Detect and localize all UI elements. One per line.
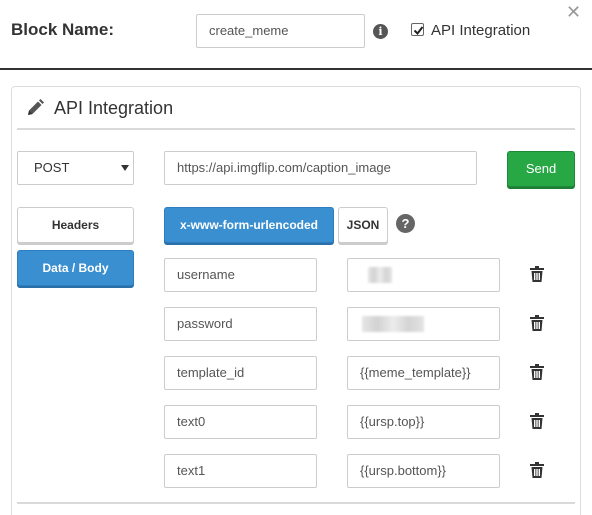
header-divider <box>0 68 592 70</box>
trash-icon[interactable] <box>530 364 544 380</box>
panel-bottom-divider <box>17 502 575 504</box>
param-key-input[interactable]: username <box>164 258 317 292</box>
param-value-input[interactable]: {{ursp.bottom}} <box>347 454 500 488</box>
help-icon[interactable]: ? <box>396 214 415 233</box>
trash-icon[interactable] <box>530 266 544 282</box>
param-value-input[interactable] <box>347 307 500 341</box>
pencil-icon <box>25 98 45 118</box>
param-key-input[interactable]: text1 <box>164 454 317 488</box>
method-select[interactable]: POST <box>17 151 134 185</box>
url-input[interactable]: https://api.imgflip.com/caption_image <box>164 151 477 185</box>
panel-divider <box>17 128 575 130</box>
api-integration-checkbox-label[interactable]: API Integration <box>431 22 530 39</box>
param-key-input[interactable]: password <box>164 307 317 341</box>
body-type-form-urlencoded-button[interactable]: x-www-form-urlencoded <box>164 207 334 243</box>
info-icon[interactable]: i <box>373 24 388 39</box>
trash-icon[interactable] <box>530 413 544 429</box>
redacted-value <box>368 267 392 283</box>
close-icon[interactable]: ✕ <box>566 4 581 22</box>
tab-data-body[interactable]: Data / Body <box>17 250 134 286</box>
block-name-input[interactable]: create_meme <box>196 14 365 48</box>
trash-icon[interactable] <box>530 315 544 331</box>
block-name-label: Block Name: <box>11 20 114 39</box>
param-value-input[interactable] <box>347 258 500 292</box>
send-button[interactable]: Send <box>507 151 575 187</box>
chevron-down-icon <box>121 165 129 171</box>
api-integration-checkbox[interactable] <box>411 23 424 36</box>
checkmark-icon <box>413 26 424 36</box>
body-type-json-button[interactable]: JSON <box>338 207 388 243</box>
param-key-input[interactable]: text0 <box>164 405 317 439</box>
tab-headers[interactable]: Headers <box>17 207 134 243</box>
param-value-input[interactable]: {{ursp.top}} <box>347 405 500 439</box>
trash-icon[interactable] <box>530 462 544 478</box>
panel-title: API Integration <box>54 98 174 118</box>
param-value-input[interactable]: {{meme_template}} <box>347 356 500 390</box>
param-key-input[interactable]: template_id <box>164 356 317 390</box>
redacted-value <box>362 316 424 332</box>
